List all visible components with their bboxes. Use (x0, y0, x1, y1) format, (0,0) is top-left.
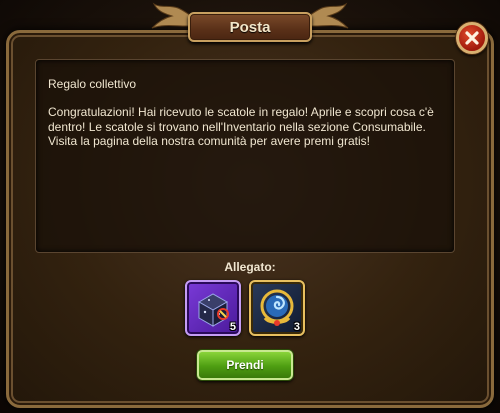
item-quantity: 5 (229, 321, 236, 333)
close-icon (465, 31, 479, 45)
attachment-item-artifact[interactable]: 3 (249, 280, 305, 336)
dialog-title-plate: Posta (188, 12, 312, 42)
attachment-item-chest[interactable]: 5 (185, 280, 241, 336)
attachments-label: Allegato: (224, 260, 276, 274)
item-quantity: 3 (293, 321, 300, 333)
message-body: Congratulazioni! Hai ricevuto le scatole… (48, 105, 434, 148)
take-button-label: Prendi (226, 358, 264, 372)
dialog-title: Posta (229, 18, 271, 36)
take-button[interactable]: Prendi (197, 350, 293, 380)
message-subject: Regalo collettivo (48, 77, 137, 91)
close-button[interactable] (456, 22, 488, 54)
message-panel: Regalo collettivo Congratulazioni! Hai r… (35, 59, 455, 253)
